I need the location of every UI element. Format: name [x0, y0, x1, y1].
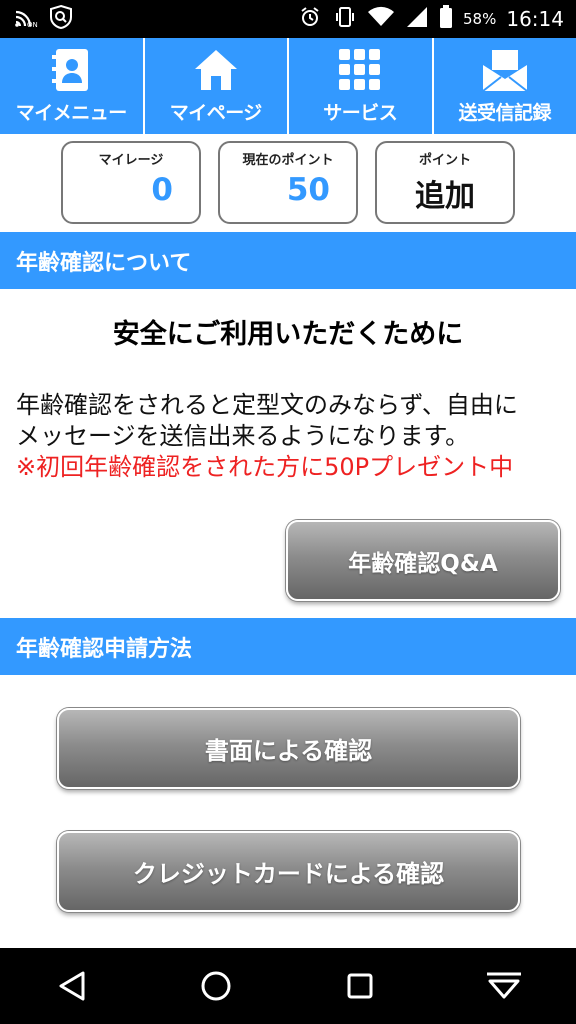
nav-item-label: マイページ	[169, 102, 263, 124]
battery-percent: 58%	[463, 10, 497, 28]
points-row: マイレージ 0 現在のポイント 50 ポイント 追加	[0, 141, 576, 225]
grid-icon	[338, 46, 382, 94]
body-line-2: メッセージを送信出来るようになります。	[16, 422, 470, 450]
mileage-label: マイレージ	[98, 153, 164, 168]
status-bar: ON 58% 16:14	[0, 0, 576, 38]
current-points-label: 現在のポイント	[242, 153, 334, 168]
nav-item-my-menu[interactable]: マイメニュー	[0, 38, 145, 134]
age-section-header: 年齢確認について	[0, 232, 576, 289]
svg-text:ON: ON	[27, 21, 38, 28]
alarm-icon	[299, 5, 323, 34]
top-nav: マイメニュー マイページ サービス 送受信記録	[0, 38, 576, 134]
credit-card-verification-button[interactable]: クレジットカードによる確認	[57, 831, 520, 912]
mileage-value: 0	[151, 172, 173, 208]
cast-icon: ON	[14, 6, 38, 32]
add-points-button[interactable]: ポイント 追加	[375, 141, 515, 224]
home-circle-icon[interactable]	[186, 956, 246, 1016]
wifi-icon	[367, 6, 395, 33]
back-icon[interactable]	[42, 956, 102, 1016]
document-verification-button[interactable]: 書面による確認	[57, 708, 520, 789]
battery-icon	[439, 4, 453, 34]
body-line-1: 年齢確認をされると定型文のみならず、自由に	[16, 391, 518, 419]
nav-item-message-log[interactable]: 送受信記録	[434, 38, 576, 134]
clock: 16:14	[506, 7, 564, 31]
current-points-value: 50	[286, 172, 330, 208]
contacts-book-icon	[50, 46, 92, 94]
signal-icon	[405, 6, 429, 33]
hide-keyboard-icon[interactable]	[474, 956, 534, 1016]
mileage-box[interactable]: マイレージ 0	[61, 141, 201, 224]
age-section-subtitle: 安全にご利用いただくために	[112, 319, 464, 350]
mail-icon	[481, 46, 529, 94]
current-points-box[interactable]: 現在のポイント 50	[218, 141, 358, 224]
vibrate-icon	[333, 5, 357, 34]
add-points-text: 追加	[415, 179, 475, 214]
shield-icon	[48, 4, 74, 34]
home-icon	[193, 46, 239, 94]
nav-item-label: 送受信記録	[458, 102, 551, 124]
age-qa-button[interactable]: 年齢確認Q&A	[286, 520, 560, 601]
nav-item-services[interactable]: サービス	[289, 38, 434, 134]
apply-section-header: 年齢確認申請方法	[0, 618, 576, 675]
recents-icon[interactable]	[330, 956, 390, 1016]
bonus-notice: ※初回年齢確認をされた方に50Pプレゼント中	[16, 453, 514, 481]
nav-item-label: サービス	[323, 102, 398, 124]
age-section-body: 年齢確認をされると定型文のみならず、自由に メッセージを送信出来るようになります…	[16, 390, 564, 483]
add-points-label: ポイント	[418, 153, 471, 168]
nav-item-label: マイメニュー	[15, 102, 128, 124]
system-nav-bar	[0, 948, 576, 1024]
nav-item-my-page[interactable]: マイページ	[145, 38, 289, 134]
